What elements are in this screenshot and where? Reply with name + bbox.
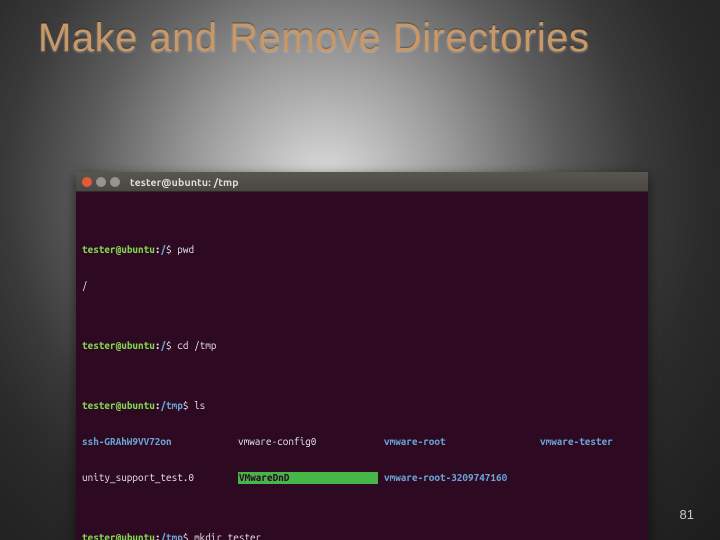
page-number: 81 <box>680 507 694 522</box>
ls-entry: vmware-root-3209747160 <box>384 472 534 484</box>
prompt-line: tester@ubuntu:/$ pwd <box>82 244 642 256</box>
cmd-pwd: pwd <box>177 244 194 255</box>
minimize-icon[interactable] <box>96 177 106 187</box>
ls-output-row: ssh-GRAhW9VV72on vmware-config0 vmware-r… <box>82 436 642 448</box>
close-icon[interactable] <box>82 177 92 187</box>
ls-entry: vmware-tester <box>540 436 642 448</box>
ls-output-row: unity_support_test.0 VMwareDnD vmware-ro… <box>82 472 642 484</box>
ls-entry: VMwareDnD <box>238 472 378 484</box>
prompt-symbol: $ <box>166 244 172 255</box>
ls-entry: unity_support_test.0 <box>82 472 232 484</box>
terminal-window: tester@ubuntu: /tmp tester@ubuntu:/$ pwd… <box>76 172 648 540</box>
prompt-line: tester@ubuntu:/tmp$ ls <box>82 400 642 412</box>
cmd-mkdir: mkdir tester <box>194 532 261 540</box>
prompt-user: tester <box>82 244 116 255</box>
prompt-line: tester@ubuntu:/$ cd /tmp <box>82 340 642 352</box>
prompt-host: ubuntu <box>121 244 155 255</box>
cmd-ls: ls <box>194 400 205 411</box>
cmd-cd: cd /tmp <box>177 340 216 351</box>
terminal-body[interactable]: tester@ubuntu:/$ pwd / tester@ubuntu:/$ … <box>76 192 648 540</box>
ls-entry: vmware-root <box>384 436 534 448</box>
terminal-title: tester@ubuntu: /tmp <box>130 176 239 188</box>
prompt-line: tester@ubuntu:/tmp$ mkdir tester <box>82 532 642 540</box>
slide: Make and Remove Directories tester@ubunt… <box>0 0 720 540</box>
maximize-icon[interactable] <box>110 177 120 187</box>
ls-entry: vmware-config0 <box>238 436 378 448</box>
slide-title: Make and Remove Directories <box>0 0 720 61</box>
terminal-titlebar: tester@ubuntu: /tmp <box>76 172 648 192</box>
pwd-output: / <box>82 280 642 292</box>
ls-entry: ssh-GRAhW9VV72on <box>82 436 232 448</box>
